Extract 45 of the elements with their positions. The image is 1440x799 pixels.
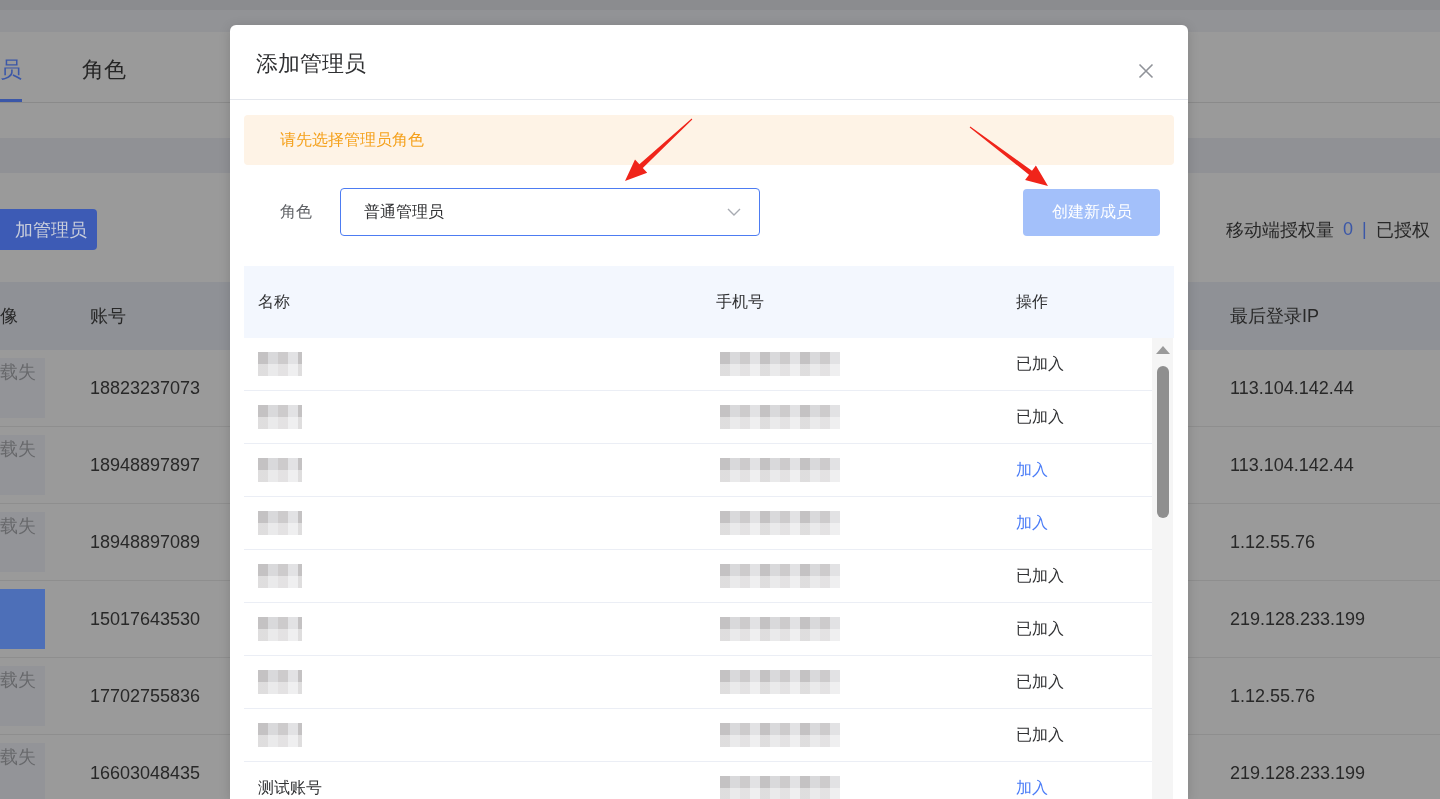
dialog-title: 添加管理员 bbox=[256, 50, 367, 78]
account-number: 17702755836 bbox=[90, 685, 201, 707]
chevron-down-icon bbox=[727, 208, 741, 216]
column-header: 账号 bbox=[90, 305, 126, 328]
close-icon bbox=[1138, 63, 1154, 79]
role-select[interactable]: 普通管理员 bbox=[340, 188, 760, 236]
tab[interactable]: 角色 bbox=[82, 32, 126, 102]
ip-address: 113.104.142.44 bbox=[1230, 454, 1354, 476]
member-name: 测试账号 bbox=[258, 777, 322, 798]
ip-address: 1.12.55.76 bbox=[1230, 685, 1316, 707]
account-number: 18948897897 bbox=[90, 454, 201, 476]
column-header: 像 bbox=[0, 305, 18, 328]
close-button[interactable] bbox=[1138, 63, 1154, 79]
account-number: 16603048435 bbox=[90, 762, 201, 784]
joined-label: 已加入 bbox=[1016, 406, 1064, 427]
joined-label: 已加入 bbox=[1016, 724, 1064, 745]
ip-address: 1.12.55.76 bbox=[1230, 531, 1316, 553]
add-admin-button[interactable]: 加管理员 bbox=[0, 209, 97, 250]
ip-address: 219.128.233.199 bbox=[1230, 762, 1366, 784]
warning-message: 请先选择管理员角色 bbox=[244, 115, 1174, 165]
column-header: 名称 bbox=[258, 291, 290, 312]
column-header: 手机号 bbox=[716, 291, 764, 312]
field-label: 角色 bbox=[279, 201, 313, 222]
column-header: 操作 bbox=[1016, 291, 1048, 312]
license-label: 移动端授权量 bbox=[1226, 218, 1334, 242]
join-link[interactable]: 加入 bbox=[1016, 777, 1048, 799]
join-link[interactable]: 加入 bbox=[1016, 459, 1048, 481]
joined-label: 已加入 bbox=[1016, 353, 1064, 374]
license-count: 0 bbox=[1343, 219, 1353, 240]
joined-label: 已加入 bbox=[1016, 671, 1064, 692]
scroll-up-arrow-icon[interactable] bbox=[1155, 346, 1170, 354]
joined-label: 已加入 bbox=[1016, 618, 1064, 639]
ip-address: 113.104.142.44 bbox=[1230, 377, 1354, 399]
account-number: 15017643530 bbox=[90, 608, 201, 630]
account-number: 18823237073 bbox=[90, 377, 201, 399]
photo-placeholder bbox=[0, 589, 45, 649]
column-header: 最后登录IP bbox=[1230, 305, 1319, 328]
tab[interactable]: 员 bbox=[0, 32, 22, 102]
account-number: 18948897089 bbox=[90, 531, 201, 553]
ip-address: 219.128.233.199 bbox=[1230, 608, 1366, 630]
scrollbar-thumb[interactable] bbox=[1156, 366, 1169, 518]
joined-label: 已加入 bbox=[1016, 565, 1064, 586]
join-link[interactable]: 加入 bbox=[1016, 512, 1048, 534]
separator: | bbox=[1362, 219, 1367, 240]
authorized-label: 已授权 bbox=[1375, 218, 1430, 242]
